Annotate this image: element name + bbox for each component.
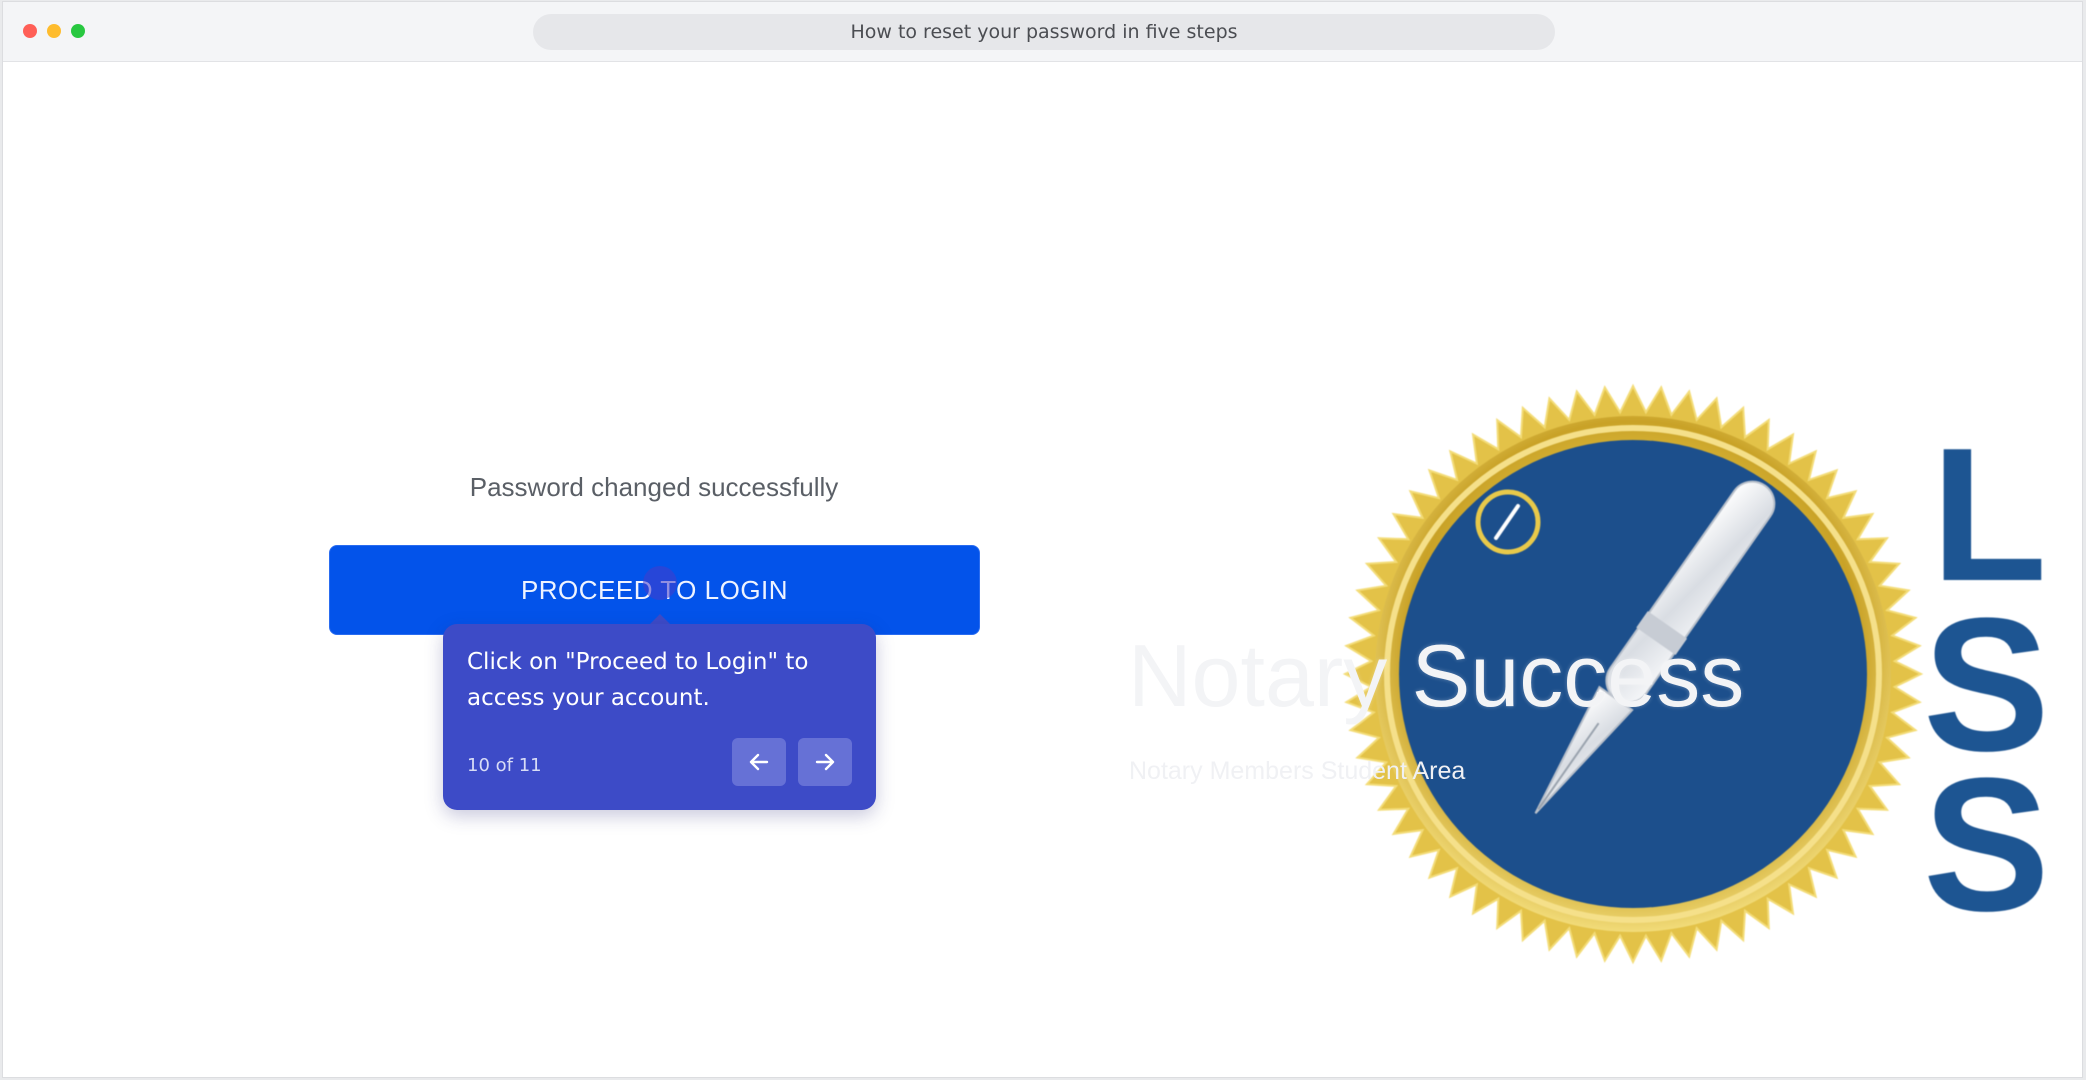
arrow-right-icon	[815, 753, 835, 771]
guide-tooltip: Click on "Proceed to Login" to access yo…	[443, 624, 876, 810]
page-content: Password changed successfully PROCEED TO…	[3, 62, 2082, 1077]
maximize-window-button[interactable]	[71, 24, 85, 38]
success-message: Password changed successfully	[469, 472, 839, 502]
arrow-left-icon	[749, 753, 769, 771]
step-indicator: 10 of 11	[467, 755, 542, 776]
title-bar: How to reset your password in five steps	[3, 2, 2082, 62]
minimize-window-button[interactable]	[47, 24, 61, 38]
click-indicator	[643, 566, 677, 600]
tooltip-text: Click on "Proceed to Login" to access yo…	[467, 649, 809, 711]
logo-title-text: Notary Success	[1128, 626, 1745, 725]
browser-window: How to reset your password in five steps…	[2, 1, 2083, 1078]
address-bar[interactable]: How to reset your password in five steps	[533, 14, 1555, 50]
next-step-button[interactable]	[798, 738, 852, 786]
logo-subtitle-text: Notary Members Student Area	[1129, 757, 1466, 785]
previous-step-button[interactable]	[732, 738, 786, 786]
close-window-button[interactable]	[23, 24, 37, 38]
logo-side-letter-3: S	[1923, 739, 2050, 951]
